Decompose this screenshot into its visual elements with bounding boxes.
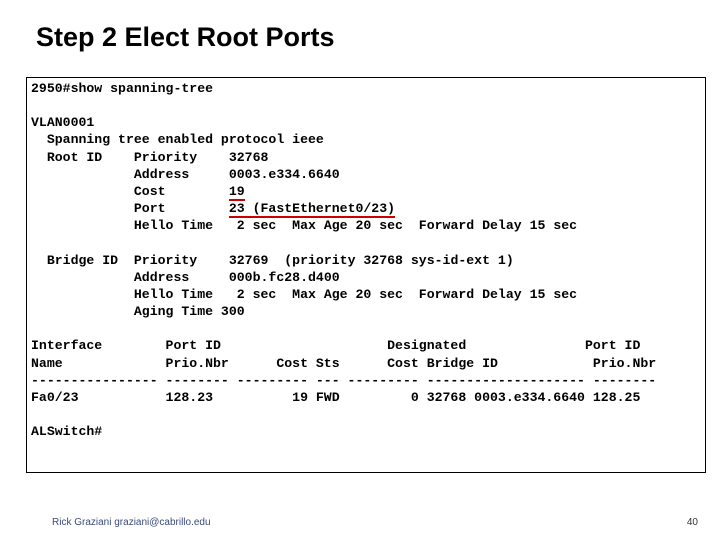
table-header-2: Name Prio.Nbr Cost Sts Cost Bridge ID Pr… (31, 356, 656, 371)
bridge-id-label: Bridge ID (31, 253, 134, 268)
table-header-1: Interface Port ID Designated Port ID (31, 338, 640, 353)
root-cost-label: Cost (31, 184, 229, 199)
terminal-output: 2950#show spanning-tree VLAN0001 Spannin… (26, 77, 706, 473)
footer-author: Rick Graziani graziani@cabrillo.edu (52, 517, 211, 528)
root-priority-label: Priority (134, 150, 229, 165)
bridge-priority-value: 32769 (priority 32768 sys-id-ext 1) (229, 253, 514, 268)
table-row: Fa0/23 128.23 19 FWD 0 32768 0003.e334.6… (31, 390, 640, 405)
root-port-label: Port (31, 201, 229, 216)
bridge-aging-line: Aging Time 300 (31, 304, 245, 319)
root-cost-value: 19 (229, 184, 245, 201)
root-hello-label: Hello Time (31, 218, 237, 233)
root-id-label: Root ID (31, 150, 134, 165)
root-hello-value: 2 sec Max Age 20 sec Forward Delay 15 se… (237, 218, 577, 233)
root-address-value: 0003.e334.6640 (229, 167, 340, 182)
vlan-line: VLAN0001 (31, 115, 94, 130)
spanning-line: Spanning tree enabled protocol ieee (31, 132, 324, 147)
page-number: 40 (687, 517, 698, 528)
bridge-address-value: 000b.fc28.d400 (229, 270, 340, 285)
cmd-line: 2950#show spanning-tree (31, 81, 213, 96)
end-prompt: ALSwitch# (31, 424, 102, 439)
bridge-priority-label: Priority (134, 253, 229, 268)
root-port-value: 23 (FastEthernet0/23) (229, 201, 395, 218)
bridge-address-label: Address (31, 270, 229, 285)
slide-title: Step 2 Elect Root Ports (36, 22, 335, 53)
bridge-hello-value: 2 sec Max Age 20 sec Forward Delay 15 se… (237, 287, 577, 302)
table-dashes: ---------------- -------- --------- --- … (31, 373, 656, 388)
root-address-label: Address (31, 167, 229, 182)
bridge-hello-label: Hello Time (31, 287, 237, 302)
root-priority-value: 32768 (229, 150, 269, 165)
